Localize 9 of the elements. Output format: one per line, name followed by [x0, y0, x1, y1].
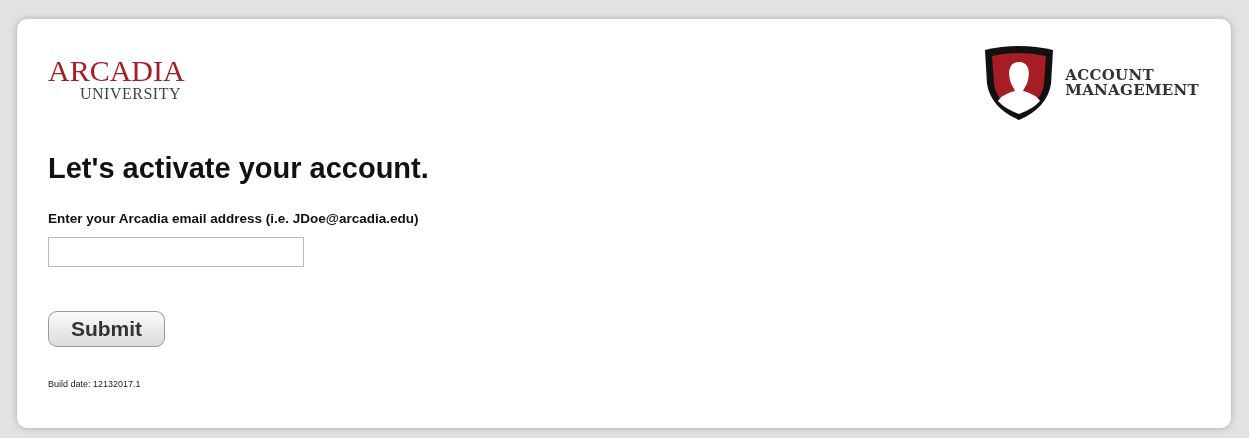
submit-button[interactable]: Submit: [48, 311, 165, 348]
account-management-title: ACCOUNT: [1065, 68, 1155, 83]
build-date-text: Build date: 12132017.1: [48, 378, 142, 392]
email-label: Enter your Arcadia email address (i.e. JDoe@arcadia.edu): [48, 209, 420, 228]
email-input-field[interactable]: [48, 237, 304, 268]
page-heading: Let's activate your account.: [48, 151, 430, 186]
account-management-title: MANAGEMENT: [1065, 83, 1199, 98]
university-logo-text: ARCADIA: [48, 56, 185, 86]
university-logo-subtext: UNIVERSITY: [80, 86, 182, 102]
